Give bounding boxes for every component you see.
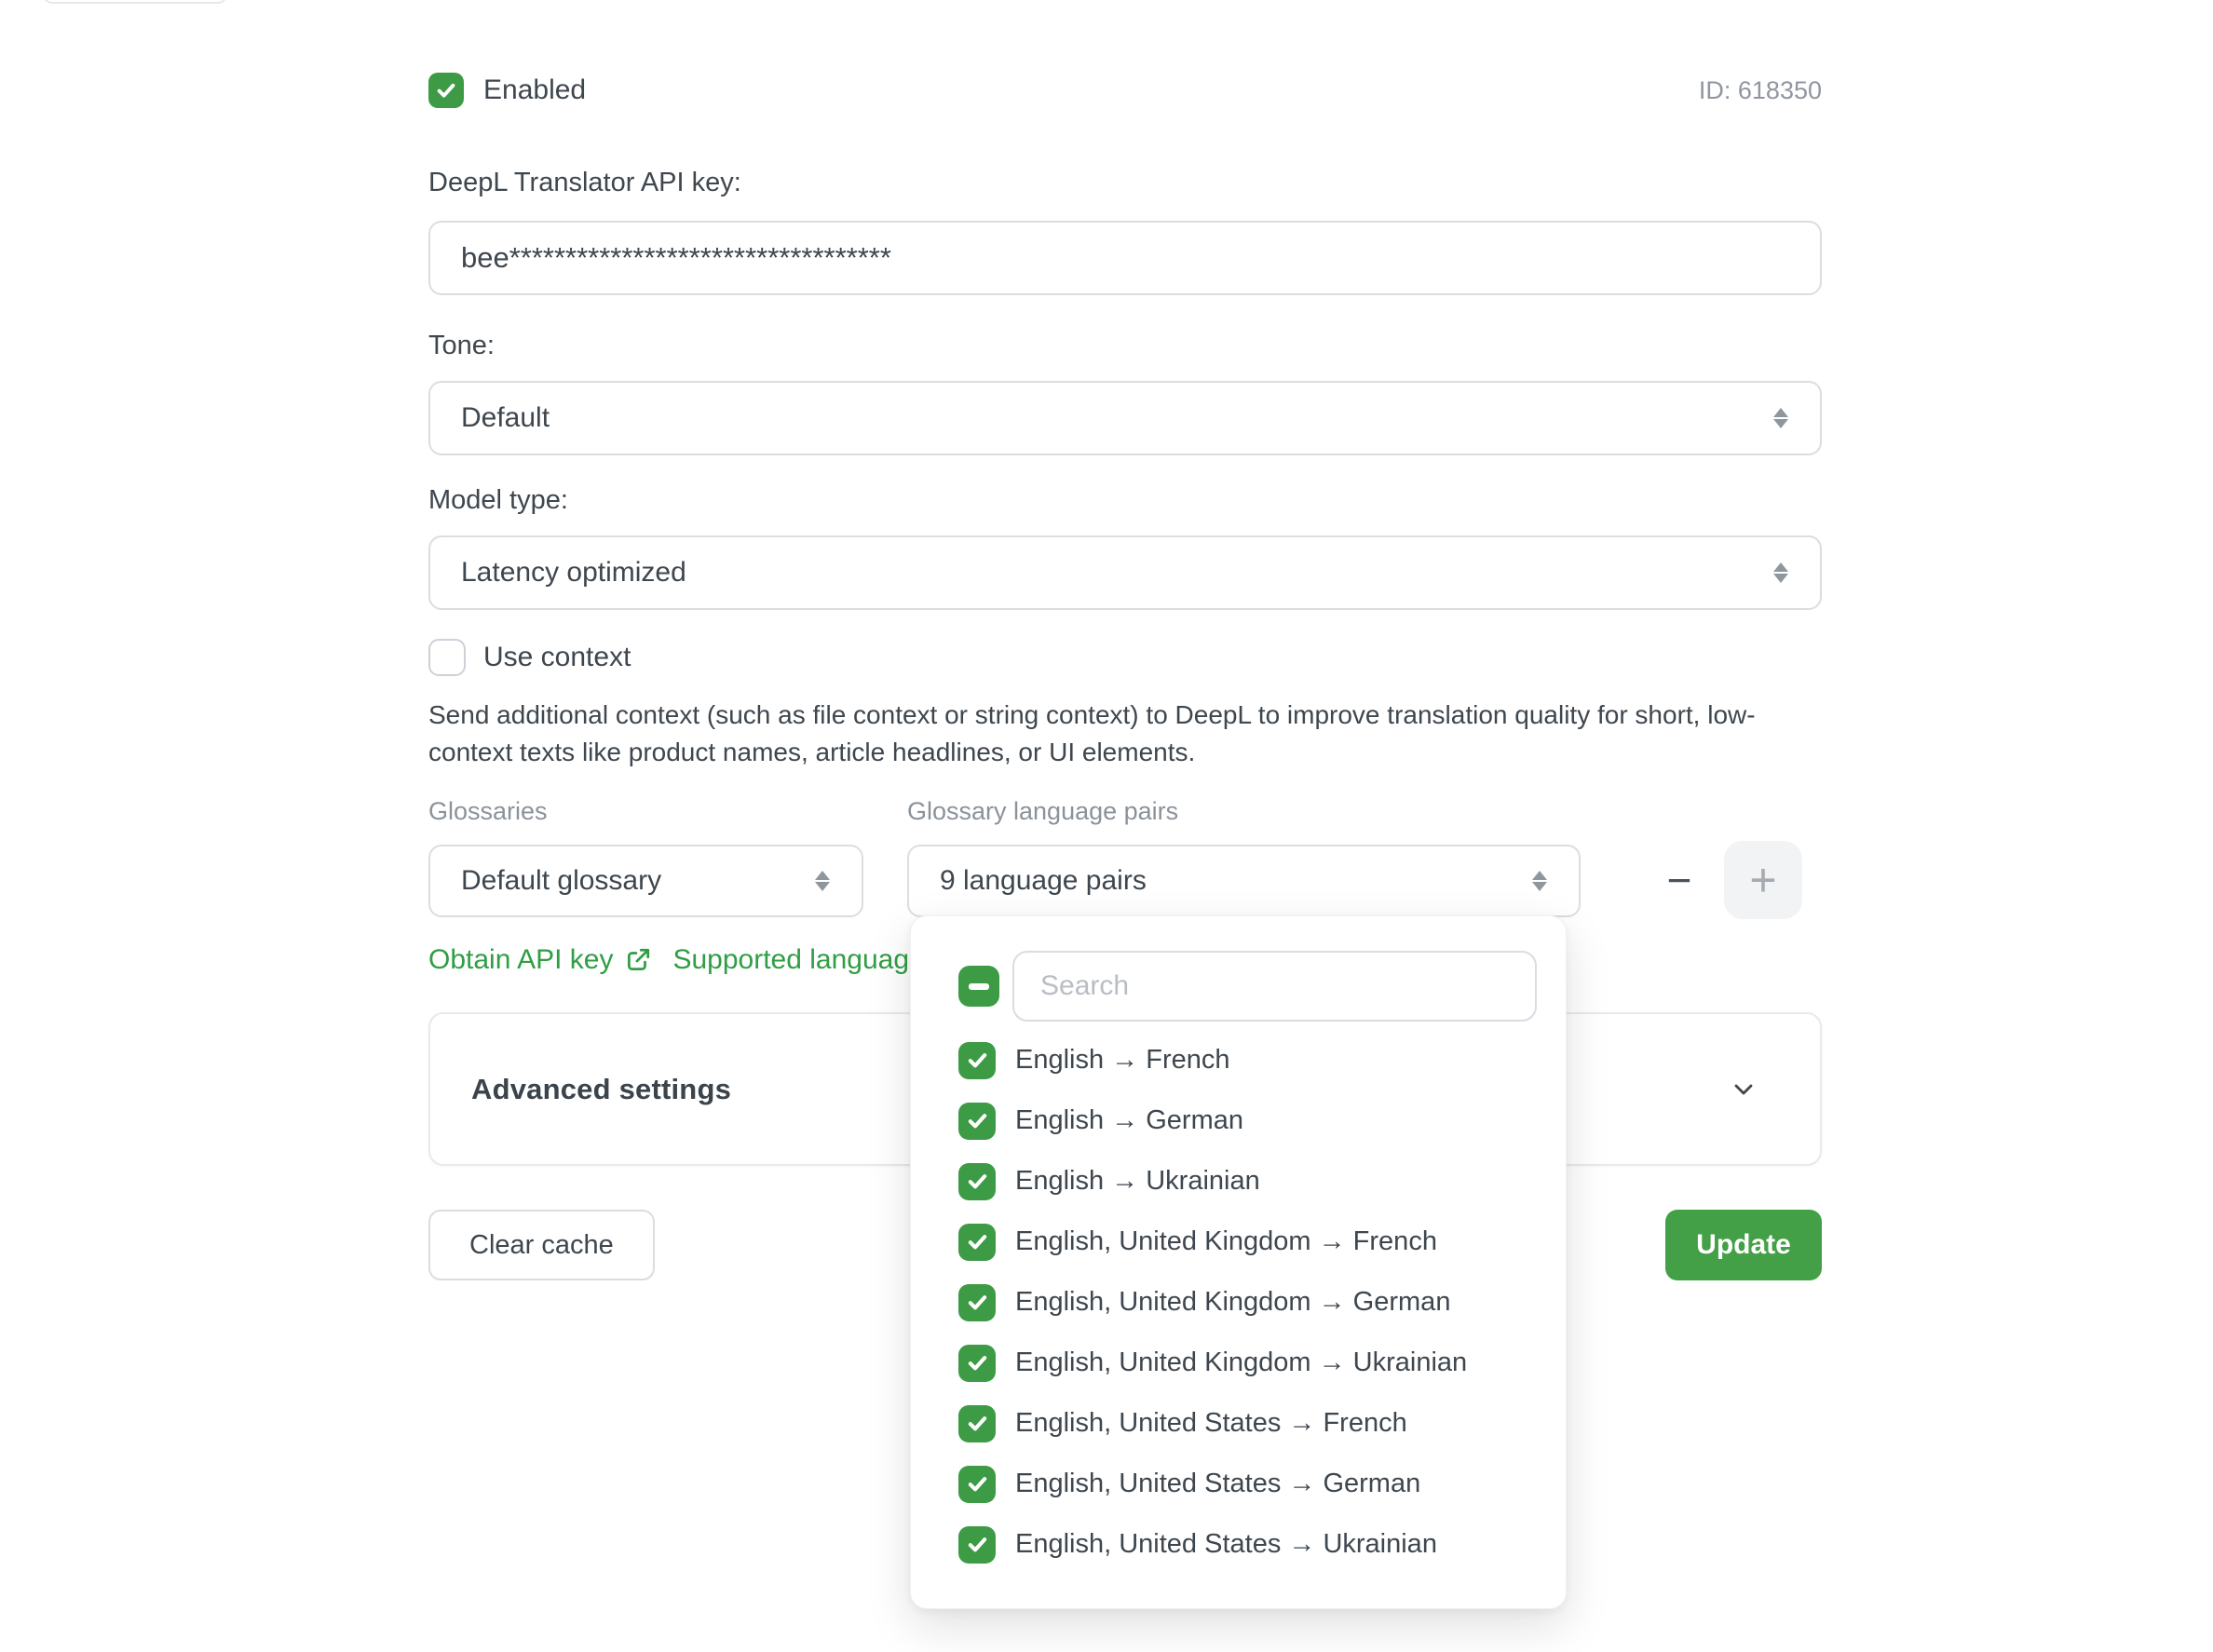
language-pairs-dropdown: English → French English → German Englis…	[910, 915, 1567, 1609]
glossaries-select-value: Default glossary	[461, 865, 661, 897]
api-key-input[interactable]	[428, 221, 1822, 295]
check-icon	[965, 1532, 990, 1557]
external-link-icon	[624, 946, 652, 974]
pair-checkbox	[958, 1466, 996, 1503]
check-icon	[965, 1350, 990, 1375]
use-context-description: Send additional context (such as file co…	[428, 697, 1822, 771]
chevron-down-icon	[1727, 1073, 1760, 1106]
pair-checkbox	[958, 1405, 996, 1442]
stepper-icon	[1527, 865, 1553, 897]
check-icon	[965, 1048, 990, 1073]
language-pair-option[interactable]: English → German	[958, 1090, 1537, 1151]
stepper-icon	[809, 865, 835, 897]
stepper-icon	[1768, 557, 1794, 589]
glossary-pairs-select[interactable]: 9 language pairs	[907, 845, 1581, 917]
use-context-checkbox[interactable]	[428, 639, 466, 676]
language-pair-option[interactable]: English → Ukrainian	[958, 1151, 1537, 1212]
use-context-row: Use context	[428, 638, 1822, 676]
tone-select[interactable]: Default	[428, 381, 1822, 455]
add-glossary-button[interactable]: +	[1724, 841, 1802, 919]
pair-checkbox	[958, 1103, 996, 1140]
language-pair-option[interactable]: English, United States → Ukrainian	[958, 1514, 1537, 1575]
check-icon	[965, 1290, 990, 1315]
obtain-api-key-link[interactable]: Obtain API key	[428, 944, 652, 976]
tone-label: Tone:	[428, 331, 1822, 361]
update-button[interactable]: Update	[1665, 1210, 1822, 1280]
clear-cache-button[interactable]: Clear cache	[428, 1210, 655, 1280]
model-type-label: Model type:	[428, 485, 1822, 516]
model-type-select[interactable]: Latency optimized	[428, 535, 1822, 610]
api-key-label: DeepL Translator API key:	[428, 168, 1822, 198]
model-type-select-value: Latency optimized	[461, 557, 686, 589]
check-icon	[965, 1229, 990, 1254]
glossary-pairs-label: Glossary language pairs	[907, 797, 1581, 826]
pair-checkbox	[958, 1345, 996, 1382]
select-all-checkbox[interactable]	[958, 966, 999, 1007]
check-icon	[965, 1471, 990, 1496]
language-pairs-list: English → French English → German Englis…	[958, 1030, 1537, 1575]
language-pair-option[interactable]: English, United Kingdom → Ukrainian	[958, 1333, 1537, 1393]
check-icon	[965, 1169, 990, 1194]
pair-checkbox	[958, 1284, 996, 1321]
enabled-row: Enabled ID: 618350	[428, 72, 1822, 109]
language-pair-option[interactable]: English, United Kingdom → German	[958, 1272, 1537, 1333]
use-context-label: Use context	[483, 642, 631, 673]
glossaries-select[interactable]: Default glossary	[428, 845, 863, 917]
page: Enabled ID: 618350 DeepL Translator API …	[0, 0, 2213, 1652]
pair-checkbox	[958, 1224, 996, 1261]
check-icon	[965, 1108, 990, 1133]
indeterminate-icon	[969, 983, 989, 990]
glossary-row: Glossaries Default glossary Glossary lan…	[428, 797, 1822, 917]
language-pair-option[interactable]: English, United Kingdom → French	[958, 1212, 1537, 1272]
language-pair-option[interactable]: English → French	[958, 1030, 1537, 1090]
pair-checkbox	[958, 1163, 996, 1200]
glossary-pairs-select-value: 9 language pairs	[940, 865, 1147, 897]
enabled-checkbox[interactable]	[428, 73, 464, 108]
check-icon	[434, 78, 458, 102]
glossaries-label: Glossaries	[428, 797, 863, 826]
tone-select-value: Default	[461, 402, 550, 434]
supported-languages-link[interactable]: Supported languages	[672, 944, 938, 976]
dropdown-header	[958, 951, 1537, 1022]
page-edge-fragment	[43, 0, 227, 4]
language-pair-option[interactable]: English, United States → German	[958, 1454, 1537, 1514]
enabled-label: Enabled	[483, 74, 586, 106]
language-pair-option[interactable]: English, United States → French	[958, 1393, 1537, 1454]
integration-id: ID: 618350	[1699, 76, 1822, 105]
check-icon	[965, 1411, 990, 1436]
advanced-settings-label: Advanced settings	[471, 1073, 731, 1106]
remove-glossary-button[interactable]: −	[1655, 856, 1704, 904]
pair-checkbox	[958, 1526, 996, 1564]
stepper-icon	[1768, 402, 1794, 434]
pair-checkbox	[958, 1042, 996, 1079]
search-input[interactable]	[1012, 951, 1537, 1022]
